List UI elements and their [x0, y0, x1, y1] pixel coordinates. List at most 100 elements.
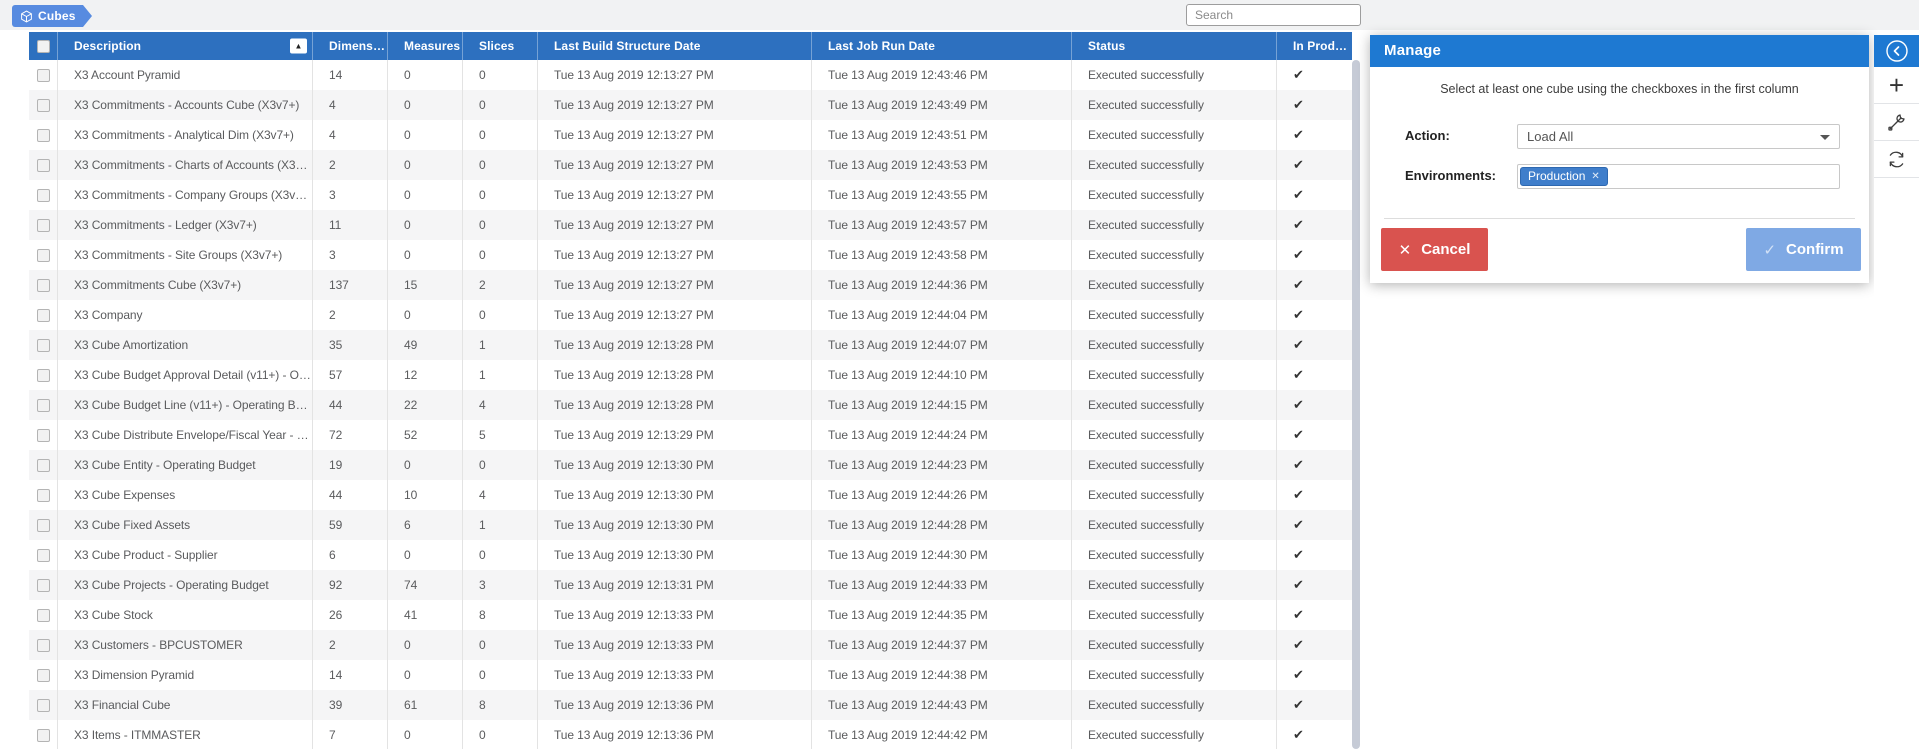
row-checkbox[interactable]: [37, 279, 50, 292]
table-row[interactable]: X3 Dimension Pyramid1400Tue 13 Aug 2019 …: [29, 660, 1352, 690]
row-checkbox-cell: [29, 90, 57, 120]
cell-measures: 15: [387, 270, 462, 300]
table-row[interactable]: X3 Cube Budget Approval Detail (v11+) - …: [29, 360, 1352, 390]
table-row[interactable]: X3 Cube Projects - Operating Budget92743…: [29, 570, 1352, 600]
cell-in-production: ✔: [1276, 390, 1352, 420]
environments-input[interactable]: Production ✕: [1517, 164, 1840, 189]
top-bar: Cubes: [0, 0, 1919, 30]
manage-tools-button[interactable]: [1874, 104, 1919, 141]
row-checkbox-cell: [29, 180, 57, 210]
cell-measures: 0: [387, 630, 462, 660]
table-row[interactable]: X3 Cube Amortization35491Tue 13 Aug 2019…: [29, 330, 1352, 360]
row-checkbox[interactable]: [37, 669, 50, 682]
cell-status: Executed successfully: [1071, 90, 1276, 120]
table-row[interactable]: X3 Commitments - Company Groups (X3v7+)3…: [29, 180, 1352, 210]
table-row[interactable]: X3 Cube Budget Line (v11+) - Operating B…: [29, 390, 1352, 420]
cell-description: X3 Cube Expenses: [57, 480, 312, 510]
in-production-check-icon: ✔: [1293, 667, 1304, 682]
column-header-last-job[interactable]: Last Job Run Date: [811, 32, 1071, 60]
table-row[interactable]: X3 Cube Entity - Operating Budget1900Tue…: [29, 450, 1352, 480]
remove-tag-icon[interactable]: ✕: [1591, 168, 1599, 185]
environment-tag: Production ✕: [1520, 167, 1608, 186]
table-row[interactable]: X3 Company200Tue 13 Aug 2019 12:13:27 PM…: [29, 300, 1352, 330]
row-checkbox[interactable]: [37, 699, 50, 712]
cancel-button[interactable]: ✕ Cancel: [1381, 228, 1488, 271]
cell-description: X3 Account Pyramid: [57, 60, 312, 90]
table-row[interactable]: X3 Customers - BPCUSTOMER200Tue 13 Aug 2…: [29, 630, 1352, 660]
refresh-button[interactable]: [1874, 141, 1919, 178]
row-checkbox[interactable]: [37, 429, 50, 442]
add-button[interactable]: +: [1874, 67, 1919, 104]
row-checkbox[interactable]: [37, 159, 50, 172]
column-header-slices[interactable]: Slices: [462, 32, 537, 60]
cell-last-build-date: Tue 13 Aug 2019 12:13:27 PM: [537, 180, 811, 210]
cell-measures: 41: [387, 600, 462, 630]
row-checkbox[interactable]: [37, 309, 50, 322]
row-checkbox[interactable]: [37, 69, 50, 82]
row-checkbox[interactable]: [37, 489, 50, 502]
cell-in-production: ✔: [1276, 150, 1352, 180]
cell-in-production: ✔: [1276, 630, 1352, 660]
table-row[interactable]: X3 Cube Expenses44104Tue 13 Aug 2019 12:…: [29, 480, 1352, 510]
table-row[interactable]: X3 Commitments - Analytical Dim (X3v7+)4…: [29, 120, 1352, 150]
search-input[interactable]: [1186, 4, 1361, 26]
row-checkbox[interactable]: [37, 189, 50, 202]
table-row[interactable]: X3 Financial Cube39618Tue 13 Aug 2019 12…: [29, 690, 1352, 720]
cell-last-build-date: Tue 13 Aug 2019 12:13:27 PM: [537, 210, 811, 240]
cell-in-production: ✔: [1276, 510, 1352, 540]
collapse-panel-button[interactable]: [1874, 35, 1919, 67]
row-checkbox[interactable]: [37, 219, 50, 232]
cell-slices: 0: [462, 300, 537, 330]
column-header-in-production[interactable]: In Produc...: [1276, 32, 1352, 60]
row-checkbox[interactable]: [37, 609, 50, 622]
cell-last-job-date: Tue 13 Aug 2019 12:44:42 PM: [811, 720, 1071, 749]
row-checkbox[interactable]: [37, 249, 50, 262]
cell-last-build-date: Tue 13 Aug 2019 12:13:36 PM: [537, 690, 811, 720]
cell-in-production: ✔: [1276, 270, 1352, 300]
confirm-button[interactable]: ✓ Confirm: [1746, 228, 1861, 271]
table-row[interactable]: X3 Cube Fixed Assets5961Tue 13 Aug 2019 …: [29, 510, 1352, 540]
column-header-description[interactable]: Description ▲: [57, 32, 312, 60]
table-row[interactable]: X3 Cube Distribute Envelope/Fiscal Year …: [29, 420, 1352, 450]
action-select[interactable]: Load All: [1517, 124, 1840, 149]
row-checkbox[interactable]: [37, 459, 50, 472]
tab-cubes[interactable]: Cubes: [12, 5, 83, 27]
row-checkbox[interactable]: [37, 519, 50, 532]
table-row[interactable]: X3 Commitments Cube (X3v7+)137152Tue 13 …: [29, 270, 1352, 300]
table-row[interactable]: X3 Account Pyramid1400Tue 13 Aug 2019 12…: [29, 60, 1352, 90]
row-checkbox[interactable]: [37, 399, 50, 412]
table-row[interactable]: X3 Cube Stock26418Tue 13 Aug 2019 12:13:…: [29, 600, 1352, 630]
row-checkbox[interactable]: [37, 339, 50, 352]
in-production-check-icon: ✔: [1293, 367, 1304, 382]
table-row[interactable]: X3 Commitments - Site Groups (X3v7+)300T…: [29, 240, 1352, 270]
cell-last-job-date: Tue 13 Aug 2019 12:44:30 PM: [811, 540, 1071, 570]
table-row[interactable]: X3 Commitments - Ledger (X3v7+)1100Tue 1…: [29, 210, 1352, 240]
cell-dimensions: 59: [312, 510, 387, 540]
cell-measures: 61: [387, 690, 462, 720]
column-header-measures[interactable]: Measures: [387, 32, 462, 60]
in-production-check-icon: ✔: [1293, 577, 1304, 592]
environment-tag-label: Production: [1528, 168, 1585, 185]
cell-last-build-date: Tue 13 Aug 2019 12:13:30 PM: [537, 510, 811, 540]
table-row[interactable]: X3 Cube Product - Supplier600Tue 13 Aug …: [29, 540, 1352, 570]
column-header-dimensions[interactable]: Dimensions: [312, 32, 387, 60]
row-checkbox[interactable]: [37, 549, 50, 562]
column-header-last-build[interactable]: Last Build Structure Date: [537, 32, 811, 60]
row-checkbox[interactable]: [37, 729, 50, 742]
row-checkbox[interactable]: [37, 369, 50, 382]
table-row[interactable]: X3 Commitments - Accounts Cube (X3v7+)40…: [29, 90, 1352, 120]
table-row[interactable]: X3 Commitments - Charts of Accounts (X3v…: [29, 150, 1352, 180]
sort-ascending-icon[interactable]: ▲: [290, 39, 307, 54]
select-all-checkbox[interactable]: [37, 40, 50, 53]
action-selected-value: Load All: [1527, 129, 1573, 144]
cell-status: Executed successfully: [1071, 510, 1276, 540]
cell-status: Executed successfully: [1071, 300, 1276, 330]
column-header-status[interactable]: Status: [1071, 32, 1276, 60]
row-checkbox[interactable]: [37, 639, 50, 652]
row-checkbox[interactable]: [37, 129, 50, 142]
table-vertical-scrollbar[interactable]: [1352, 60, 1360, 749]
row-checkbox[interactable]: [37, 579, 50, 592]
row-checkbox[interactable]: [37, 99, 50, 112]
table-row[interactable]: X3 Items - ITMMASTER700Tue 13 Aug 2019 1…: [29, 720, 1352, 749]
row-checkbox-cell: [29, 720, 57, 749]
